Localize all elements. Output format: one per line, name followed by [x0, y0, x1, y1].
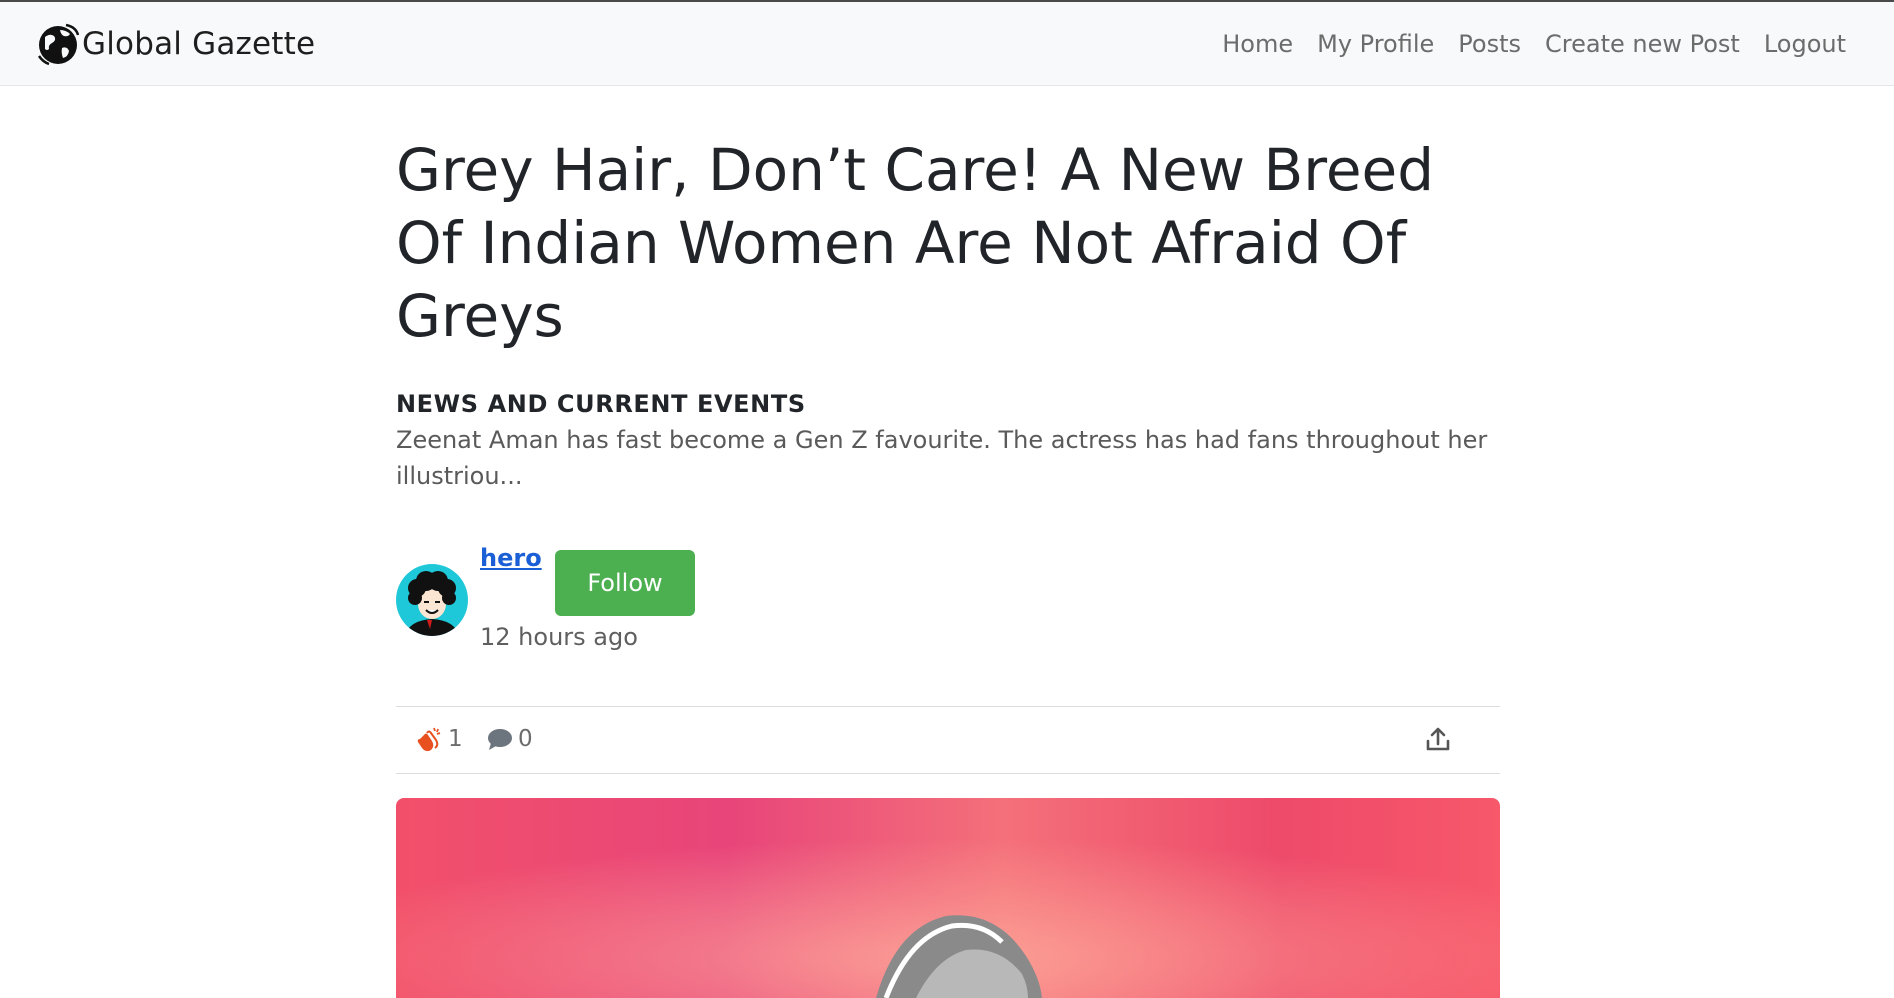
article-action-bar: 1 0 [396, 706, 1500, 774]
share-icon [1422, 723, 1454, 755]
author-name-link[interactable]: hero [480, 544, 542, 572]
article-category: NEWS AND CURRENT EVENTS [396, 390, 806, 418]
nav-my-profile-link[interactable]: My Profile [1317, 30, 1434, 58]
author-avatar[interactable] [396, 564, 468, 636]
nav-create-post-link[interactable]: Create new Post [1545, 30, 1740, 58]
main-nav: Home My Profile Posts Create new Post Lo… [1198, 2, 1846, 86]
navbar: Global Gazette Home My Profile Posts Cre… [0, 2, 1894, 86]
clap-button[interactable]: 1 [416, 725, 463, 753]
follow-button[interactable]: Follow [555, 550, 695, 616]
post-timestamp: 12 hours ago [480, 623, 638, 651]
clap-icon [416, 725, 444, 753]
comment-icon [486, 725, 514, 753]
article-hero-image [396, 798, 1500, 998]
nav-logout-link[interactable]: Logout [1764, 30, 1846, 58]
comment-button[interactable]: 0 [486, 725, 533, 753]
comment-count: 0 [518, 726, 533, 752]
brand-name: Global Gazette [82, 26, 316, 62]
clap-count: 1 [448, 726, 463, 752]
article-title: Grey Hair, Don’t Care! A New Breed Of In… [396, 136, 1435, 350]
share-button[interactable] [1422, 723, 1454, 755]
globe-icon [36, 22, 80, 66]
article-excerpt: Zeenat Aman has fast become a Gen Z favo… [396, 426, 1488, 490]
nav-posts-link[interactable]: Posts [1458, 30, 1521, 58]
brand[interactable]: Global Gazette [36, 20, 315, 68]
nav-home-link[interactable]: Home [1222, 30, 1293, 58]
